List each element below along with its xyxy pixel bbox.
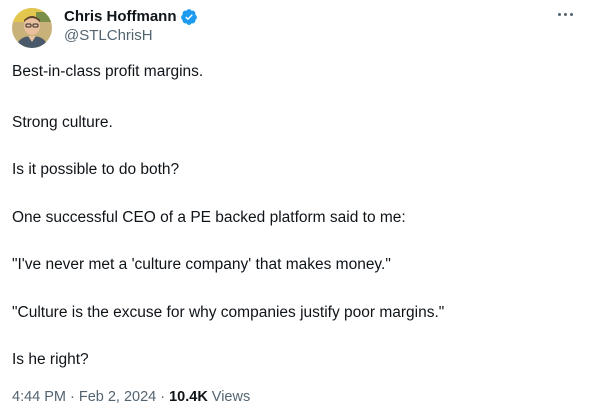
tweet-time[interactable]: 4:44 PM <box>12 389 66 405</box>
meta-separator: · <box>160 389 166 405</box>
user-handle[interactable]: @STLChrisH <box>64 26 198 45</box>
verified-badge-icon <box>180 8 198 26</box>
user-avatar-image <box>12 8 52 48</box>
views-label: Views <box>211 389 251 405</box>
tweet-date[interactable]: Feb 2, 2024 <box>79 389 156 405</box>
tweet-paragraph: Is it possible to do both? <box>12 161 180 178</box>
meta-separator: · <box>70 389 75 405</box>
display-name[interactable]: Chris Hoffmann <box>64 7 177 26</box>
tweet-card: Chris Hoffmann @STLChrisH Best-in-class … <box>0 0 592 420</box>
author-names: Chris Hoffmann @STLChrisH <box>64 7 198 45</box>
more-options-icon[interactable] <box>550 4 580 24</box>
tweet-paragraph: Best-in-class profit margins. <box>12 63 204 80</box>
tweet-paragraph: One successful CEO of a PE backed platfo… <box>12 209 406 226</box>
tweet-paragraph: Strong culture. <box>12 114 113 131</box>
tweet-paragraph: "Culture is the excuse for why companies… <box>12 304 445 321</box>
tweet-paragraph: Is he right? <box>12 351 89 368</box>
tweet-header: Chris Hoffmann @STLChrisH <box>12 6 580 50</box>
tweet-paragraph: "I've never met a 'culture company' that… <box>12 256 391 273</box>
avatar[interactable] <box>12 8 52 48</box>
tweet-meta: 4:44 PM · Feb 2, 2024 · 10.4K Views <box>12 389 250 405</box>
views-count: 10.4K <box>169 389 208 405</box>
display-name-row: Chris Hoffmann <box>64 7 198 26</box>
